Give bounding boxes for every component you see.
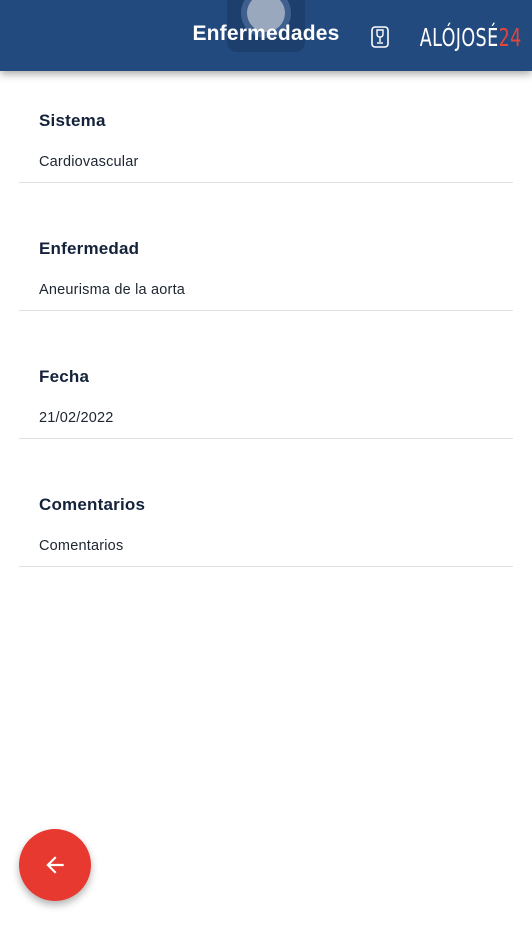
field-comentarios: Comentarios Comentarios bbox=[19, 455, 513, 583]
arrow-left-icon bbox=[46, 856, 64, 874]
app-header: Enfermedades ALÓJOSÉ24 bbox=[0, 0, 532, 71]
field-divider bbox=[19, 566, 513, 567]
field-value[interactable]: Cardiovascular bbox=[39, 154, 139, 170]
field-label: Comentarios bbox=[39, 495, 146, 514]
field-label: Sistema bbox=[39, 111, 106, 130]
field-fecha: Fecha 21/02/2022 bbox=[19, 327, 513, 455]
brand-name-accent: 24 bbox=[498, 22, 522, 52]
field-value[interactable]: Comentarios bbox=[39, 538, 123, 554]
brand-name-main: ALÓJOSÉ bbox=[420, 22, 499, 52]
brand-logo: ALÓJOSÉ24 bbox=[371, 22, 522, 52]
field-divider bbox=[19, 182, 513, 183]
field-divider bbox=[19, 310, 513, 311]
detail-form: Sistema Cardiovascular Enfermedad Aneuri… bbox=[19, 71, 513, 583]
field-label: Fecha bbox=[39, 367, 90, 386]
field-label: Enfermedad bbox=[39, 239, 140, 258]
brand-name: ALÓJOSÉ24 bbox=[420, 23, 522, 52]
app-screen: Enfermedades ALÓJOSÉ24 Sistema Cardiovas… bbox=[0, 0, 532, 932]
back-button[interactable] bbox=[19, 829, 91, 901]
field-value[interactable]: 21/02/2022 bbox=[39, 410, 114, 426]
field-sistema: Sistema Cardiovascular bbox=[19, 71, 513, 199]
field-value[interactable]: Aneurisma de la aorta bbox=[39, 282, 185, 298]
wine-glass-icon bbox=[371, 26, 390, 48]
field-enfermedad: Enfermedad Aneurisma de la aorta bbox=[19, 199, 513, 327]
field-divider bbox=[19, 438, 513, 439]
